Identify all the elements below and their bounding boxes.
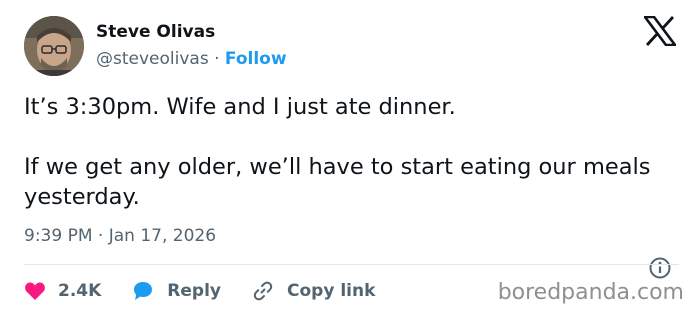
- tweet-text: It’s 3:30pm. Wife and I just ate dinner.…: [24, 94, 651, 210]
- like-count: 2.4K: [58, 281, 102, 301]
- heart-icon: [25, 282, 45, 300]
- copy-link-label: Copy link: [287, 281, 376, 301]
- handle-separator: ·: [208, 49, 225, 69]
- divider: [24, 264, 679, 265]
- speech-bubble-icon: [134, 282, 153, 300]
- author-handle-line: @steveolivas · Follow: [96, 49, 287, 69]
- follow-button[interactable]: Follow: [225, 49, 287, 69]
- copy-link-button[interactable]: Copy link: [251, 279, 375, 303]
- link-icon: [253, 281, 273, 301]
- watermark: boredpanda.com: [497, 280, 684, 305]
- info-icon[interactable]: [648, 256, 672, 280]
- like-button[interactable]: 2.4K: [24, 281, 101, 301]
- author-name[interactable]: Steve Olivas: [96, 22, 215, 42]
- avatar[interactable]: [24, 16, 84, 76]
- tweet-header: Steve Olivas @steveolivas · Follow: [24, 15, 680, 80]
- action-bar: 2.4K Reply Copy link: [24, 276, 405, 306]
- author-handle[interactable]: @steveolivas: [96, 49, 209, 69]
- reply-label: Reply: [167, 281, 221, 301]
- reply-button[interactable]: Reply: [131, 280, 221, 302]
- x-logo-icon[interactable]: [642, 15, 678, 48]
- tweet-timestamp[interactable]: 9:39 PM · Jan 17, 2026: [24, 226, 216, 246]
